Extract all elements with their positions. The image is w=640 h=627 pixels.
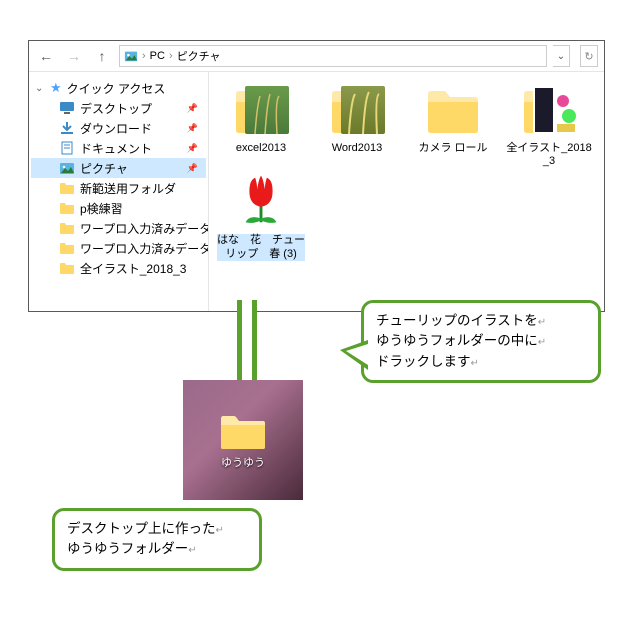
file-explorer-window: ← → ↑ › PC › ピクチャ ⌄ ↻ ⌄ ★ クイック アクセス デスクト… [28, 40, 605, 312]
nav-label: クイック アクセス [67, 80, 166, 97]
refresh-button[interactable]: ↻ [580, 45, 598, 67]
item-label: カメラ ロール [418, 142, 487, 155]
chevron-right-icon: › [169, 50, 173, 62]
back-button[interactable]: ← [35, 45, 57, 67]
pin-icon: 📌 [187, 143, 198, 154]
description-callout: デスクトップ上に作った↵ ゆうゆうフォルダー↵ [52, 508, 262, 571]
folder-icon [59, 201, 75, 215]
nav-label: 新範送用フォルダ [80, 180, 176, 197]
nav-item[interactable]: デスクトップ 📌 [31, 98, 206, 118]
nav-item[interactable]: ダウンロード 📌 [31, 118, 206, 138]
folder-icon [59, 241, 75, 255]
breadcrumb-pc[interactable]: PC [150, 50, 165, 62]
pin-icon: 📌 [187, 103, 198, 114]
breadcrumb-current[interactable]: ピクチャ [177, 48, 221, 64]
thumbnail [230, 170, 292, 232]
nav-item[interactable]: 新範送用フォルダ [31, 178, 206, 198]
pictures-icon [59, 161, 75, 175]
downloads-icon [59, 121, 75, 135]
nav-label: ワープロ入力済みデータ [80, 240, 209, 257]
nav-item[interactable]: p検練習 [31, 198, 206, 218]
preview-image [341, 86, 385, 134]
callout-pointer [340, 340, 368, 370]
item-label: はな 花 チューリップ 春 (3) [217, 234, 305, 260]
nav-label: p検練習 [80, 200, 123, 217]
toolbar: ← → ↑ › PC › ピクチャ ⌄ ↻ [29, 41, 604, 72]
instruction-callout: チューリップのイラストを↵ ゆうゆうフォルダーの中に↵ ドラックします↵ [361, 300, 601, 383]
navigation-pane: ⌄ ★ クイック アクセス デスクトップ 📌 ダウンロード 📌 ドキュメント 📌 ピクチャ 📌… [29, 72, 209, 311]
pictures-icon [124, 49, 138, 63]
forward-button[interactable]: → [63, 45, 85, 67]
up-button[interactable]: ↑ [91, 45, 113, 67]
pin-icon: 📌 [187, 123, 198, 134]
nav-item[interactable]: ピクチャ 📌 [31, 158, 206, 178]
nav-label: ワープロ入力済みデータ [80, 220, 209, 237]
file-item[interactable]: Word2013 [313, 78, 401, 168]
folder-icon [59, 221, 75, 235]
nav-label: ドキュメント [80, 140, 152, 157]
address-dropdown[interactable]: ⌄ [553, 45, 570, 67]
chevron-right-icon: › [142, 50, 146, 62]
item-label: excel2013 [236, 142, 286, 155]
nav-label: 全イラスト_2018_3 [80, 260, 186, 277]
preview-image [533, 86, 577, 134]
desktop-area: ゆうゆう [183, 380, 303, 500]
content-area[interactable]: excel2013 Word2013 カメラ ロール 全イラスト_2018_3 はな 花… [209, 72, 604, 311]
quick-access[interactable]: ⌄ ★ クイック アクセス [31, 78, 206, 98]
file-item[interactable]: excel2013 [217, 78, 305, 168]
documents-icon [59, 141, 75, 155]
file-item[interactable]: はな 花 チューリップ 春 (3) [217, 170, 305, 260]
folder-icon [422, 78, 484, 140]
nav-label: ピクチャ [80, 160, 128, 177]
nav-label: デスクトップ [80, 100, 152, 117]
pin-icon: 📌 [187, 163, 198, 174]
nav-item[interactable]: ワープロ入力済みデータ [31, 218, 206, 238]
thumbnail [326, 78, 388, 140]
item-label: 全イラスト_2018_3 [505, 142, 593, 168]
star-icon: ★ [50, 80, 62, 96]
thumbnail [230, 78, 292, 140]
nav-label: ダウンロード [80, 120, 152, 137]
file-item[interactable]: 全イラスト_2018_3 [505, 78, 593, 168]
item-label: Word2013 [332, 142, 383, 155]
thumbnail [518, 78, 580, 140]
nav-item[interactable]: ドキュメント 📌 [31, 138, 206, 158]
folder-icon [59, 261, 75, 275]
folder-icon [59, 181, 75, 195]
address-bar[interactable]: › PC › ピクチャ [119, 45, 547, 67]
file-item[interactable]: カメラ ロール [409, 78, 497, 168]
nav-item[interactable]: 全イラスト_2018_3 [31, 258, 206, 278]
preview-image [245, 86, 289, 134]
desktop-folder-icon[interactable] [219, 411, 267, 451]
nav-item[interactable]: ワープロ入力済みデータ [31, 238, 206, 258]
expand-icon[interactable]: ⌄ [35, 83, 45, 94]
desktop-icon [59, 101, 75, 115]
thumbnail [422, 78, 484, 140]
desktop-folder-label: ゆうゆう [221, 454, 265, 470]
